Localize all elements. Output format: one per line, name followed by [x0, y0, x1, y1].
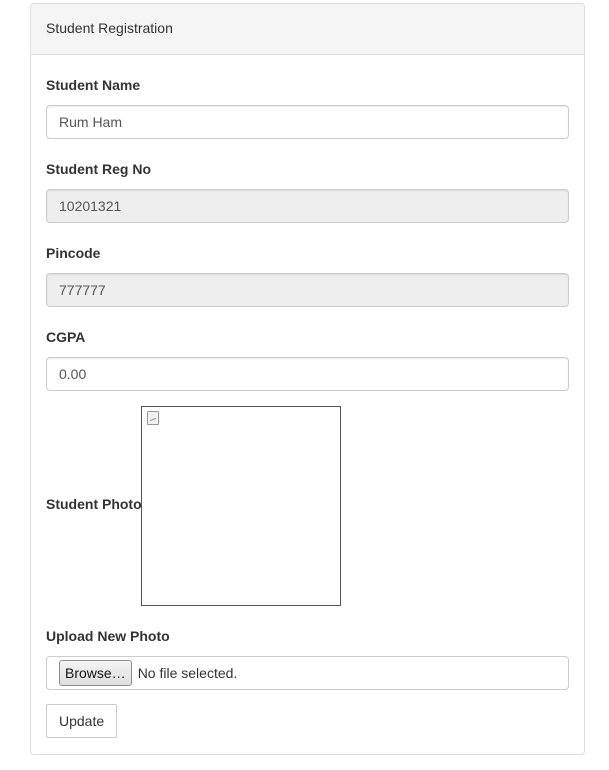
student-reg-no-label: Student Reg No — [46, 161, 151, 177]
pincode-label: Pincode — [46, 245, 101, 261]
panel-title: Student Registration — [46, 20, 173, 36]
upload-photo-label: Upload New Photo — [46, 628, 170, 644]
cgpa-input[interactable]: 0.00 — [46, 357, 569, 391]
student-name-input[interactable]: Rum Ham — [46, 105, 569, 139]
broken-image-icon — [147, 411, 159, 425]
panel-heading: Student Registration — [31, 4, 584, 55]
file-input[interactable]: Browse… No file selected. — [46, 656, 569, 690]
student-registration-panel: Student Registration Student Name Rum Ha… — [30, 3, 585, 755]
browse-button[interactable]: Browse… — [59, 660, 132, 686]
cgpa-label: CGPA — [46, 329, 86, 345]
file-status-text: No file selected. — [137, 665, 238, 681]
student-reg-no-input: 10201321 — [46, 189, 569, 223]
student-photo — [141, 406, 341, 606]
student-name-label: Student Name — [46, 77, 141, 93]
pincode-input: 777777 — [46, 273, 569, 307]
update-button[interactable]: Update — [46, 704, 118, 738]
student-photo-label: Student Photo — [46, 496, 142, 512]
